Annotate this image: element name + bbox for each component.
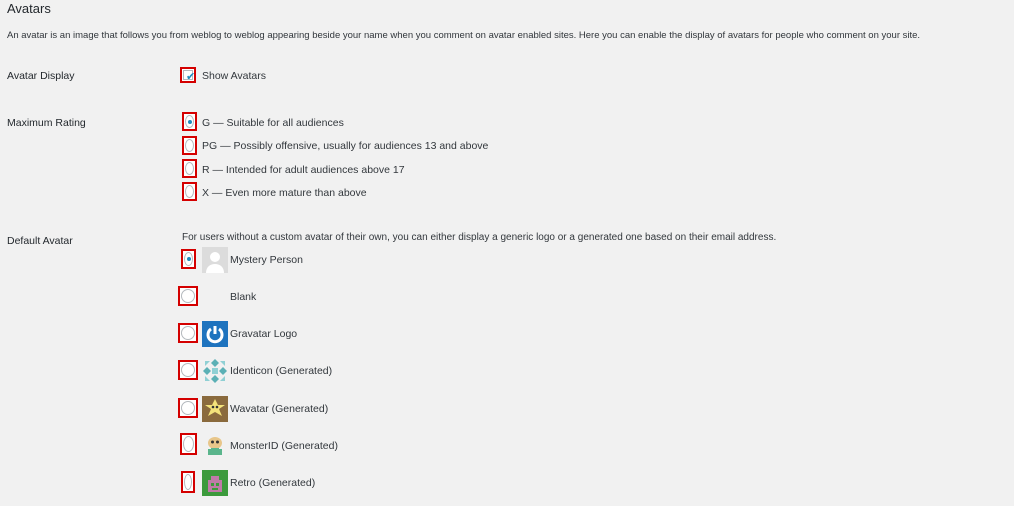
default-avatar-label: Default Avatar bbox=[7, 235, 73, 247]
avatar-wavatar-radio[interactable] bbox=[178, 398, 198, 418]
retro-icon bbox=[202, 470, 228, 496]
section-description: An avatar is an image that follows you f… bbox=[7, 30, 921, 41]
avatar-mystery-label[interactable]: Mystery Person bbox=[230, 254, 303, 266]
wavatar-icon bbox=[202, 396, 228, 422]
rating-x-label[interactable]: X — Even more mature than above bbox=[202, 187, 367, 199]
avatar-identicon-radio[interactable] bbox=[178, 360, 198, 380]
monsterid-icon bbox=[202, 433, 228, 459]
avatar-identicon-label[interactable]: Identicon (Generated) bbox=[230, 365, 332, 377]
rating-x-radio[interactable] bbox=[182, 182, 197, 201]
avatar-display-label: Avatar Display bbox=[7, 70, 75, 82]
rating-r-label[interactable]: R — Intended for adult audiences above 1… bbox=[202, 164, 405, 176]
blank-icon bbox=[202, 284, 228, 310]
avatar-mystery-radio[interactable] bbox=[181, 249, 196, 269]
rating-g-label[interactable]: G — Suitable for all audiences bbox=[202, 117, 344, 129]
rating-pg-radio[interactable] bbox=[182, 136, 197, 155]
show-avatars-checkbox[interactable]: ✔ bbox=[180, 67, 196, 83]
avatar-gravatar-radio[interactable] bbox=[178, 323, 198, 343]
default-avatar-description: For users without a custom avatar of the… bbox=[182, 232, 777, 243]
radio-dot bbox=[187, 119, 192, 124]
mystery-person-icon bbox=[202, 247, 228, 273]
maximum-rating-label: Maximum Rating bbox=[7, 117, 86, 129]
gravatar-logo-icon bbox=[202, 321, 228, 347]
identicon-icon bbox=[202, 358, 228, 384]
avatar-gravatar-label[interactable]: Gravatar Logo bbox=[230, 328, 297, 340]
avatar-blank-label[interactable]: Blank bbox=[230, 291, 256, 303]
avatar-wavatar-label[interactable]: Wavatar (Generated) bbox=[230, 403, 328, 415]
avatar-blank-radio[interactable] bbox=[178, 286, 198, 306]
rating-pg-label[interactable]: PG — Possibly offensive, usually for aud… bbox=[202, 140, 488, 152]
avatar-monsterid-label[interactable]: MonsterID (Generated) bbox=[230, 440, 338, 452]
radio-dot bbox=[186, 257, 191, 261]
show-avatars-label[interactable]: Show Avatars bbox=[202, 70, 266, 82]
avatar-retro-label[interactable]: Retro (Generated) bbox=[230, 477, 315, 489]
section-title: Avatars bbox=[7, 1, 51, 16]
checkmark-icon: ✔ bbox=[186, 71, 196, 83]
avatar-retro-radio[interactable] bbox=[181, 471, 195, 493]
rating-r-radio[interactable] bbox=[182, 159, 197, 178]
rating-g-radio[interactable] bbox=[182, 112, 197, 131]
avatar-monsterid-radio[interactable] bbox=[180, 433, 197, 455]
